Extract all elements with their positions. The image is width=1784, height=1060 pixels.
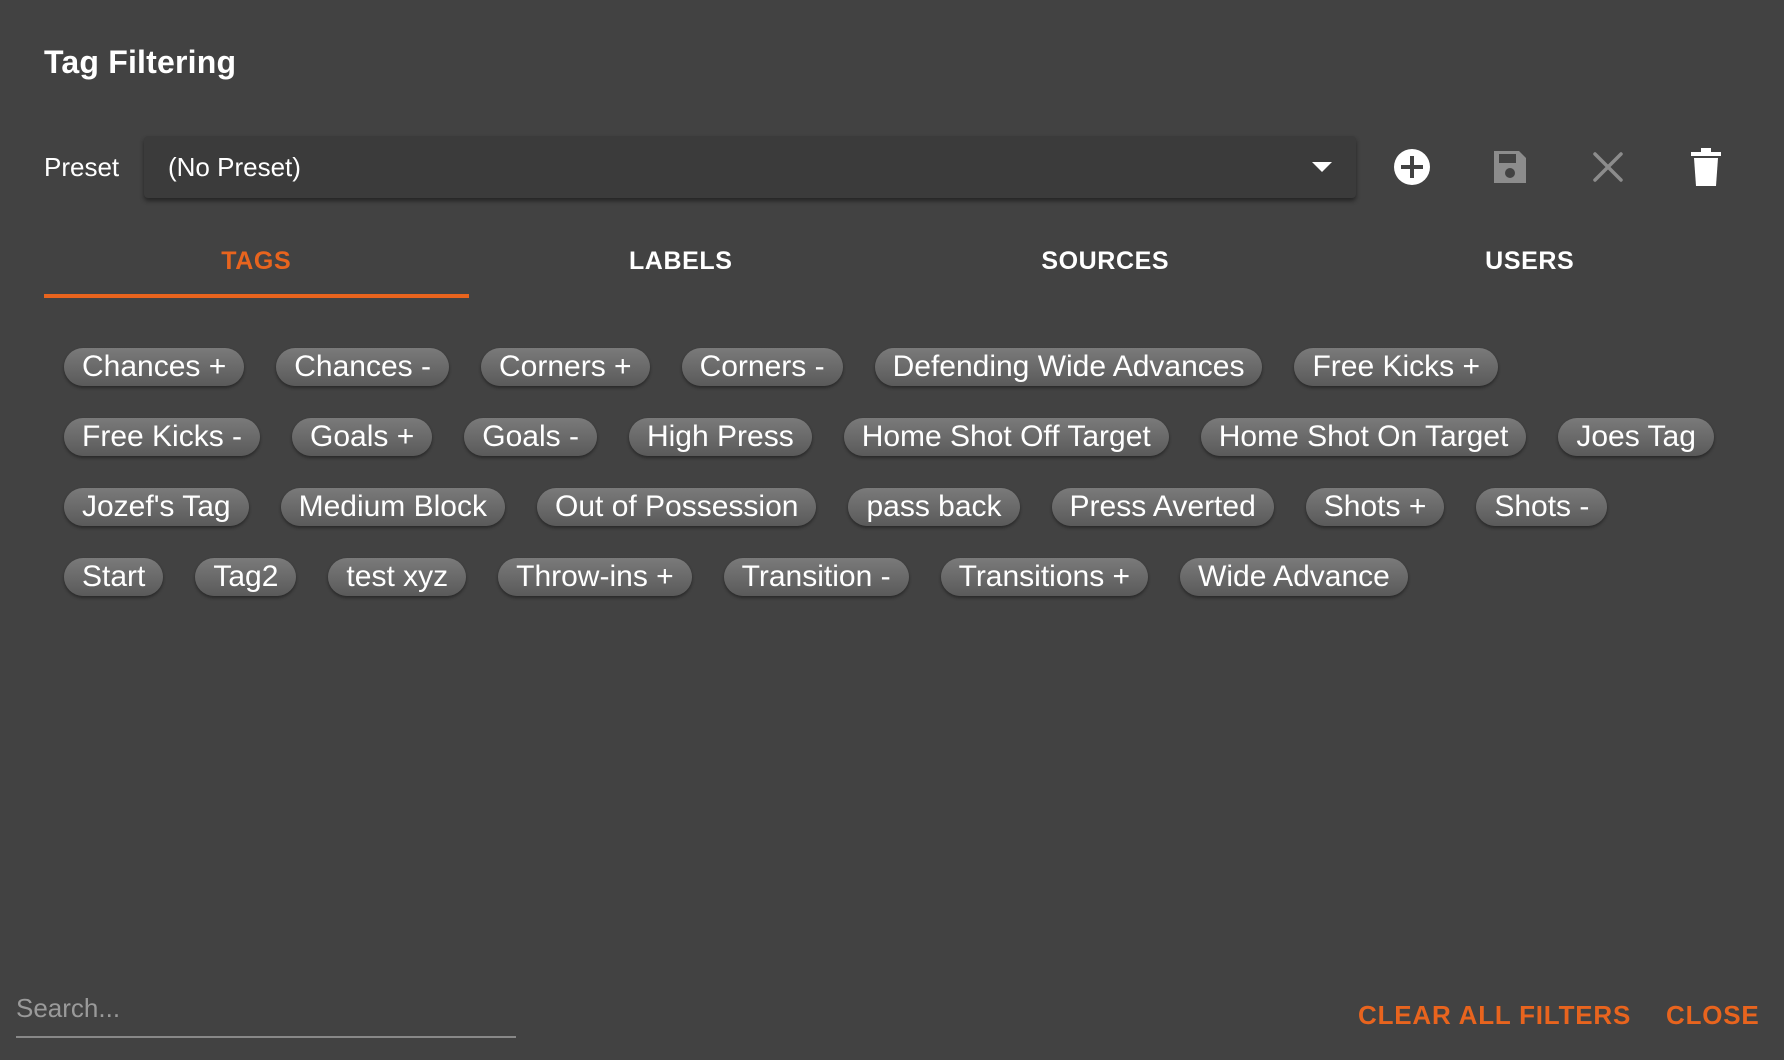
add-circle-icon	[1394, 149, 1430, 185]
search-input[interactable]	[16, 980, 516, 1038]
preset-label: Preset	[44, 151, 120, 182]
save-preset-button[interactable]	[1486, 143, 1534, 191]
tag-chip[interactable]: Chances +	[64, 348, 245, 386]
tag-chip[interactable]: Goals -	[464, 418, 597, 456]
tag-chip[interactable]: Defending Wide Advances	[874, 348, 1263, 386]
tab-tags[interactable]: TAGS	[44, 226, 469, 298]
filter-tabs: TAGS LABELS SOURCES USERS	[44, 226, 1742, 298]
cancel-preset-button[interactable]	[1584, 143, 1632, 191]
tag-chip[interactable]: Start	[64, 558, 164, 596]
tab-users[interactable]: USERS	[1318, 226, 1743, 296]
tag-chip[interactable]: Jozef's Tag	[64, 488, 249, 526]
tag-chip[interactable]: Home Shot On Target	[1200, 418, 1527, 456]
tag-chip[interactable]: Wide Advance	[1180, 558, 1408, 596]
tag-chip[interactable]: Free Kicks -	[64, 418, 261, 456]
tag-chip[interactable]: Press Averted	[1051, 488, 1274, 526]
tab-sources[interactable]: SOURCES	[893, 226, 1318, 296]
tag-chip[interactable]: test xyz	[328, 558, 467, 596]
tag-chip[interactable]: pass back	[848, 488, 1020, 526]
tag-chip[interactable]: Home Shot Off Target	[843, 418, 1169, 456]
delete-preset-button[interactable]	[1682, 143, 1730, 191]
tag-chip[interactable]: Medium Block	[280, 488, 505, 526]
tag-chip[interactable]: Corners -	[681, 348, 843, 386]
close-button[interactable]: CLOSE	[1666, 1000, 1760, 1031]
tag-chip[interactable]: Corners +	[481, 348, 650, 386]
tag-chip[interactable]: Out of Possession	[537, 488, 817, 526]
clear-all-filters-button[interactable]: CLEAR ALL FILTERS	[1358, 1000, 1631, 1031]
tag-chip[interactable]: Goals +	[292, 418, 433, 456]
tag-chip[interactable]: Shots +	[1305, 488, 1445, 526]
dialog-title: Tag Filtering	[44, 44, 237, 80]
tag-chip[interactable]: Shots -	[1476, 488, 1608, 526]
preset-dropdown[interactable]: (No Preset)	[144, 136, 1356, 198]
tag-chip[interactable]: Chances -	[276, 348, 449, 386]
tag-chip[interactable]: Transition -	[723, 558, 909, 596]
tag-chip[interactable]: Tag2	[195, 558, 297, 596]
chevron-down-icon	[1312, 162, 1332, 172]
tag-chip[interactable]: Throw-ins +	[498, 558, 692, 596]
trash-icon	[1691, 148, 1721, 186]
tag-chip-list: Chances + Chances - Corners + Corners - Defe…	[64, 348, 1724, 596]
add-preset-button[interactable]	[1388, 143, 1436, 191]
tag-chip[interactable]: High Press	[628, 418, 812, 456]
preset-row: Preset (No Preset)	[44, 136, 1734, 198]
tag-chip[interactable]: Transitions +	[940, 558, 1149, 596]
save-icon	[1494, 151, 1526, 183]
tag-chip[interactable]: Free Kicks +	[1294, 348, 1499, 386]
preset-selected-value: (No Preset)	[168, 151, 301, 182]
close-icon	[1593, 152, 1623, 182]
tab-labels[interactable]: LABELS	[469, 226, 894, 296]
tag-chip[interactable]: Joes Tag	[1558, 418, 1714, 456]
